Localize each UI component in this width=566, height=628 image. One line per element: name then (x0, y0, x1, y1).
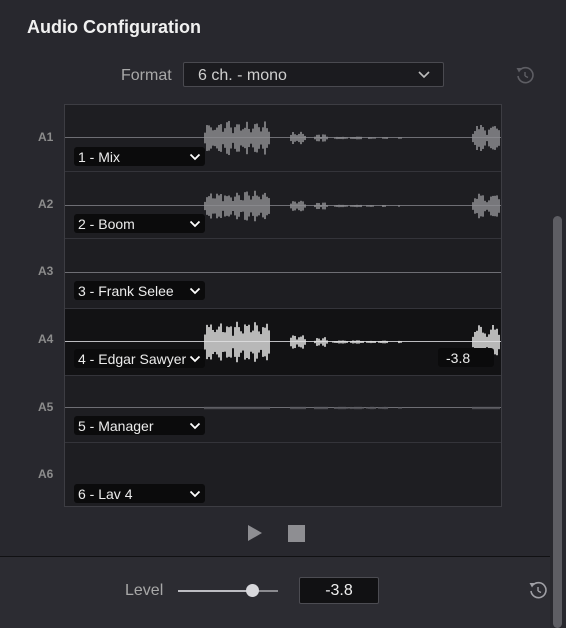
channel-value: 1 - Mix (78, 149, 120, 165)
row-divider (65, 238, 501, 239)
track-level-value: -3.8 (446, 350, 471, 366)
channel-value: 5 - Manager (78, 418, 154, 434)
chevron-down-icon (189, 422, 201, 430)
level-slider-fill (178, 590, 252, 592)
channel-select-a5[interactable]: 5 - Manager (74, 416, 205, 435)
channel-value: 6 - Lav 4 (78, 486, 133, 502)
reset-icon[interactable] (527, 579, 549, 601)
level-section (0, 557, 550, 628)
reset-icon[interactable] (514, 64, 536, 86)
track-level-badge[interactable]: -3.8 (438, 348, 494, 367)
channel-select-a6[interactable]: 6 - Lav 4 (74, 484, 205, 503)
track-label-a2: A2 (38, 197, 54, 211)
format-label: Format (121, 67, 172, 84)
track-label-a3: A3 (38, 264, 54, 278)
level-input[interactable]: -3.8 (299, 577, 379, 604)
channel-value: 4 - Edgar Sawyer (78, 351, 187, 367)
track-panel: 1 - Mix 2 - Boom 3 - Frank Selee 4 - Edg… (64, 104, 502, 507)
channel-select-a2[interactable]: 2 - Boom (74, 214, 205, 233)
chevron-down-icon (418, 71, 430, 79)
chevron-down-icon (189, 153, 201, 161)
track-label-a1: A1 (38, 130, 54, 144)
chevron-down-icon (189, 287, 201, 295)
waveform-baseline (65, 272, 501, 273)
level-slider[interactable] (178, 590, 278, 592)
level-label: Level (125, 582, 164, 599)
stop-icon[interactable] (288, 525, 305, 542)
track-label-a6: A6 (38, 467, 54, 481)
channel-value: 2 - Boom (78, 216, 135, 232)
channel-select-a3[interactable]: 3 - Frank Selee (74, 281, 205, 300)
channel-select-a1[interactable]: 1 - Mix (74, 147, 205, 166)
panel-title: Audio Configuration (27, 17, 201, 37)
track-label-a5: A5 (38, 400, 54, 414)
row-divider (65, 375, 501, 376)
channel-value: 3 - Frank Selee (78, 283, 174, 299)
channel-select-a4[interactable]: 4 - Edgar Sawyer (74, 349, 205, 368)
play-icon[interactable] (247, 524, 263, 542)
format-value: 6 ch. - mono (198, 67, 287, 84)
chevron-down-icon (189, 490, 201, 498)
row-divider (65, 308, 501, 309)
chevron-down-icon (189, 220, 201, 228)
scrollbar[interactable] (553, 216, 562, 628)
track-label-a4: A4 (38, 332, 54, 346)
level-slider-thumb[interactable] (245, 584, 259, 597)
format-dropdown[interactable]: 6 ch. - mono (183, 62, 444, 87)
chevron-down-icon (189, 355, 201, 363)
row-divider (65, 442, 501, 443)
row-divider (65, 171, 501, 172)
